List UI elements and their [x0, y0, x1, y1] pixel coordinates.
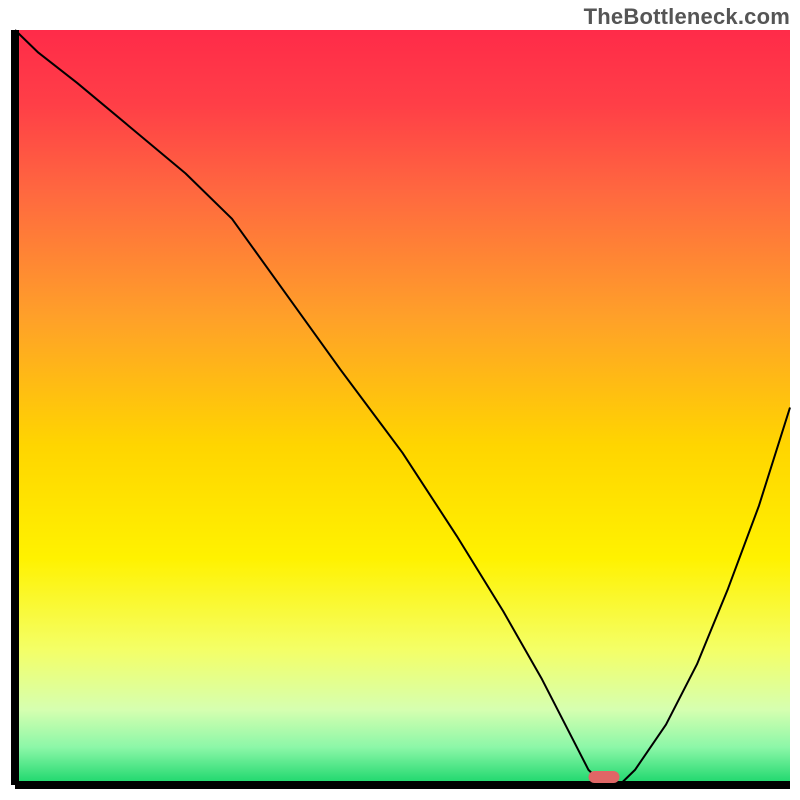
optimal-marker [589, 771, 620, 783]
chart-container: TheBottleneck.com [0, 0, 800, 800]
watermark-text: TheBottleneck.com [584, 4, 790, 30]
bottleneck-chart [0, 0, 800, 800]
plot-background-gradient [15, 30, 790, 785]
